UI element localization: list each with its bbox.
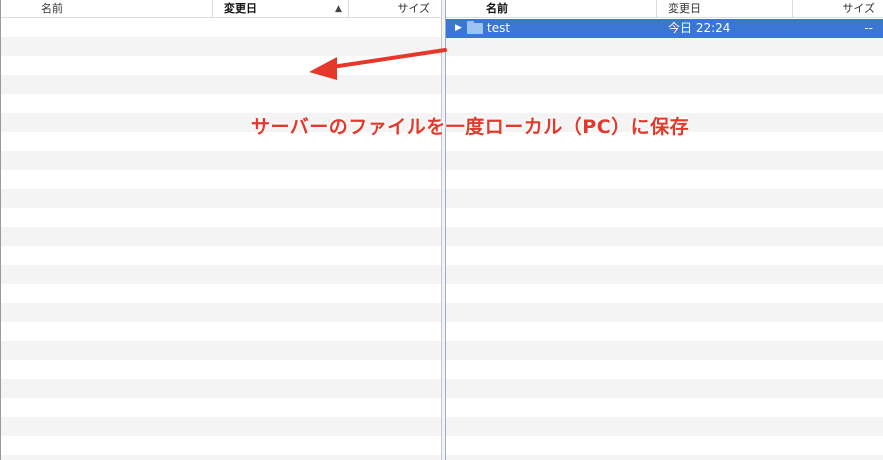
remote-size-column-header[interactable]: サイズ — [793, 0, 883, 18]
file-size: -- — [864, 21, 873, 35]
remote-name-header-label: 名前 — [486, 2, 508, 15]
list-row — [446, 360, 883, 379]
list-row — [446, 75, 883, 94]
sort-ascending-icon: ▲ — [335, 4, 342, 14]
list-row — [1, 417, 441, 436]
remote-size-header-label: サイズ — [842, 2, 875, 15]
local-file-list[interactable] — [1, 18, 441, 460]
list-row — [1, 75, 441, 94]
list-row — [446, 94, 883, 113]
remote-column-header: 名前 変更日 サイズ — [446, 0, 883, 18]
local-file-pane[interactable]: 名前 変更日 ▲ サイズ — [0, 0, 441, 460]
list-row — [1, 208, 441, 227]
list-row — [446, 37, 883, 56]
list-row — [446, 322, 883, 341]
folder-icon — [467, 21, 483, 34]
file-modified: 今日 22:24 — [668, 21, 731, 35]
list-row — [1, 379, 441, 398]
list-row — [446, 227, 883, 246]
local-size-column-header[interactable]: サイズ — [349, 0, 441, 18]
remote-modified-column-header[interactable]: 変更日 — [657, 0, 793, 18]
list-row — [446, 303, 883, 322]
list-row — [446, 436, 883, 455]
list-row — [1, 398, 441, 417]
list-row — [446, 341, 883, 360]
remote-file-pane[interactable]: 名前 変更日 サイズ ▶ test 今日 22:24 -- — [445, 0, 883, 460]
list-row — [1, 265, 441, 284]
list-row — [446, 56, 883, 75]
remote-name-column-header[interactable]: 名前 — [446, 0, 657, 18]
list-row — [446, 455, 883, 460]
annotation-text: サーバーのファイルを一度ローカル（PC）に保存 — [251, 116, 690, 138]
list-row — [446, 417, 883, 436]
list-row — [1, 284, 441, 303]
list-row — [1, 151, 441, 170]
list-row — [446, 284, 883, 303]
list-row — [1, 18, 441, 37]
local-size-header-label: サイズ — [397, 2, 430, 15]
disclosure-triangle-icon[interactable]: ▶ — [455, 19, 462, 38]
list-row — [1, 37, 441, 56]
list-row — [446, 170, 883, 189]
list-row — [446, 246, 883, 265]
list-row — [446, 189, 883, 208]
list-row — [1, 94, 441, 113]
list-row — [1, 227, 441, 246]
list-row — [446, 208, 883, 227]
local-name-column-header[interactable]: 名前 — [1, 0, 213, 18]
file-row-test[interactable]: ▶ test 今日 22:24 -- — [446, 19, 883, 38]
list-row — [1, 56, 441, 75]
remote-modified-header-label: 変更日 — [668, 2, 701, 15]
list-row — [1, 322, 441, 341]
list-row — [446, 265, 883, 284]
list-row — [1, 341, 441, 360]
list-row — [446, 379, 883, 398]
list-row — [1, 436, 441, 455]
remote-file-list[interactable] — [446, 18, 883, 460]
list-row — [1, 189, 441, 208]
list-row — [446, 398, 883, 417]
local-modified-header-label: 変更日 — [224, 2, 257, 15]
local-modified-column-header[interactable]: 変更日 ▲ — [213, 0, 349, 18]
list-row — [1, 170, 441, 189]
list-row — [446, 151, 883, 170]
list-row — [1, 303, 441, 322]
list-row — [1, 246, 441, 265]
list-row — [1, 360, 441, 379]
file-name: test — [487, 21, 511, 35]
local-name-header-label: 名前 — [41, 2, 63, 15]
list-row — [1, 455, 441, 460]
local-column-header: 名前 変更日 ▲ サイズ — [1, 0, 441, 18]
